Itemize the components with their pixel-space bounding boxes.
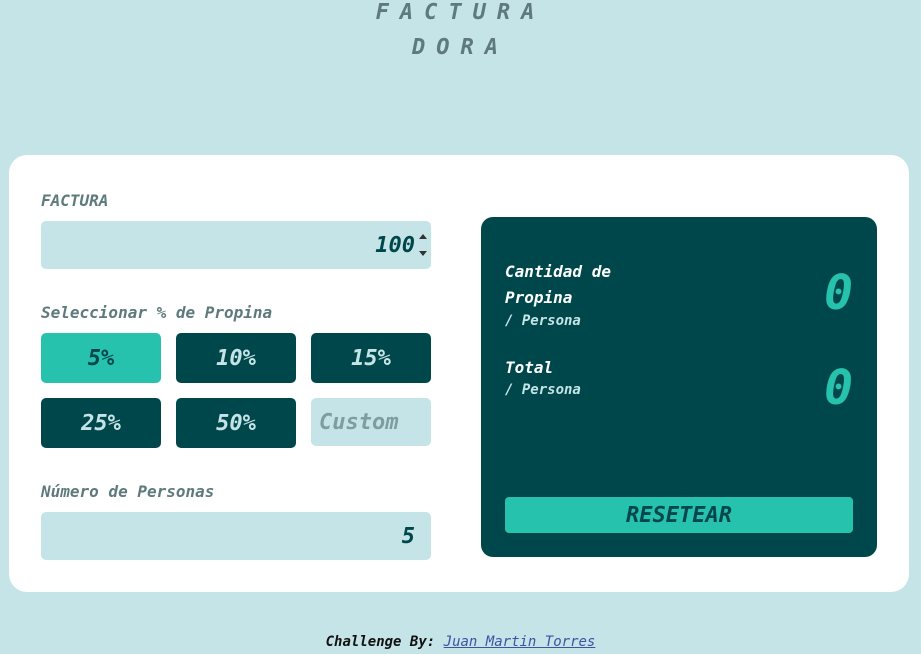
calculator-card: FACTURA 100 Seleccionar % de Propina 5% … bbox=[9, 155, 909, 592]
bill-label: FACTURA bbox=[41, 191, 109, 210]
tip-button-15[interactable]: 15% bbox=[311, 333, 431, 383]
spinner-down-icon[interactable] bbox=[419, 251, 427, 256]
total-title: Total bbox=[505, 358, 554, 377]
logo-line-2: DORA bbox=[412, 35, 509, 60]
tip-amount-title-line2: Propina bbox=[505, 288, 573, 307]
bill-value: 100 bbox=[375, 232, 415, 258]
people-input[interactable]: 5 bbox=[41, 512, 431, 560]
tip-button-50[interactable]: 50% bbox=[176, 398, 296, 448]
tip-button-10[interactable]: 10% bbox=[176, 333, 296, 383]
footer-prefix: Challenge By: bbox=[325, 634, 436, 650]
tip-amount-value: 0 bbox=[824, 265, 853, 321]
tip-label: Seleccionar % de Propina bbox=[41, 303, 273, 322]
spinner-up-icon[interactable] bbox=[419, 234, 427, 239]
tip-amount-per-person: / Persona bbox=[505, 313, 581, 329]
people-label: Número de Personas bbox=[41, 482, 215, 501]
logo-line-1: FACTURA bbox=[375, 0, 546, 25]
footer: Challenge By: Juan Martin Torres bbox=[0, 634, 921, 650]
reset-button[interactable]: RESETEAR bbox=[505, 497, 853, 533]
tip-button-5[interactable]: 5% bbox=[41, 333, 161, 383]
total-value: 0 bbox=[824, 360, 853, 416]
tip-button-25[interactable]: 25% bbox=[41, 398, 161, 448]
results-panel: Cantidad de Propina / Persona 0 Total / … bbox=[481, 217, 877, 557]
total-per-person: / Persona bbox=[505, 382, 581, 398]
bill-spinner[interactable] bbox=[417, 231, 429, 259]
bill-input[interactable]: 100 bbox=[41, 221, 431, 269]
tip-custom-input[interactable]: Custom bbox=[311, 398, 431, 446]
author-link[interactable]: Juan Martin Torres bbox=[444, 634, 596, 650]
tip-amount-title-line1: Cantidad de bbox=[505, 262, 611, 281]
people-value: 5 bbox=[401, 523, 415, 549]
